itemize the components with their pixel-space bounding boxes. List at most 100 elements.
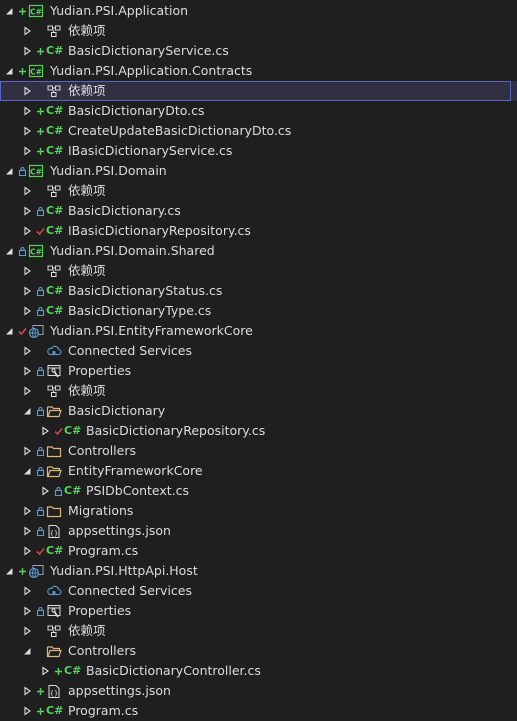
tree-item[interactable]: C# Yudian.PSI.Domain	[0, 161, 517, 181]
tree-item[interactable]: C# BasicDictionary.cs	[0, 201, 517, 221]
collapsed-chevron-icon[interactable]	[21, 221, 33, 241]
tree-item[interactable]: Connected Services	[0, 341, 517, 361]
collapsed-chevron-icon[interactable]	[21, 121, 33, 141]
tree-item[interactable]: Yudian.PSI.HttpApi.Host	[0, 561, 517, 581]
tree-item-label: Migrations	[68, 503, 134, 518]
tree-item[interactable]: C# Program.cs	[0, 541, 517, 561]
tree-item[interactable]: 依赖项	[0, 381, 517, 401]
tree-item[interactable]: C# BasicDictionaryStatus.cs	[0, 281, 517, 301]
checked-status-icon	[35, 221, 45, 241]
collapsed-chevron-icon[interactable]	[21, 341, 33, 361]
collapsed-chevron-icon[interactable]	[21, 701, 33, 721]
tree-item[interactable]: Controllers	[0, 441, 517, 461]
collapsed-chevron-icon[interactable]	[39, 481, 51, 501]
tree-item[interactable]: C# Yudian.PSI.Application	[0, 1, 517, 21]
collapsed-chevron-icon[interactable]	[21, 261, 33, 281]
added-status-icon	[53, 661, 63, 681]
collapsed-chevron-icon[interactable]	[21, 281, 33, 301]
tree-item-label: PSIDbContext.cs	[86, 483, 190, 498]
expanded-chevron-icon[interactable]	[21, 641, 33, 661]
collapsed-chevron-icon[interactable]	[21, 521, 33, 541]
expanded-chevron-icon[interactable]	[3, 1, 15, 21]
tree-item[interactable]: {} appsettings.json	[0, 681, 517, 701]
lock-status-icon	[35, 201, 45, 221]
tree-item[interactable]: Connected Services	[0, 581, 517, 601]
tree-item[interactable]: 依赖项	[0, 261, 517, 281]
svg-text:C#: C#	[30, 68, 42, 77]
tree-item[interactable]: EntityFrameworkCore	[0, 461, 517, 481]
tree-item[interactable]: 依赖项	[0, 621, 517, 641]
tree-item[interactable]: C# BasicDictionaryDto.cs	[0, 101, 517, 121]
tree-item[interactable]: 依赖项	[0, 181, 517, 201]
collapsed-chevron-icon[interactable]	[21, 101, 33, 121]
tree-item[interactable]: C# CreateUpdateBasicDictionaryDto.cs	[0, 121, 517, 141]
tree-item[interactable]: C# Yudian.PSI.Domain.Shared	[0, 241, 517, 261]
csharp-file-icon: C#	[46, 284, 64, 297]
json-file-icon: {}	[45, 681, 63, 701]
svg-text:C#: C#	[30, 8, 42, 17]
collapsed-chevron-icon[interactable]	[21, 581, 33, 601]
expanded-chevron-icon[interactable]	[3, 321, 15, 341]
tree-item[interactable]: C# BasicDictionaryType.cs	[0, 301, 517, 321]
collapsed-chevron-icon[interactable]	[21, 41, 33, 61]
tree-item-label: 依赖项	[68, 263, 106, 278]
json-file-icon: {}	[45, 521, 63, 541]
collapsed-chevron-icon[interactable]	[21, 301, 33, 321]
tree-item[interactable]: Migrations	[0, 501, 517, 521]
tree-item-label: Yudian.PSI.Domain	[50, 163, 167, 178]
expanded-chevron-icon[interactable]	[3, 561, 15, 581]
tree-item[interactable]: C# Program.cs	[0, 701, 517, 721]
lock-status-icon	[17, 241, 27, 261]
tree-item[interactable]: C# BasicDictionaryRepository.cs	[0, 421, 517, 441]
tree-item-label: IBasicDictionaryRepository.cs	[68, 223, 251, 238]
tree-item[interactable]: 依赖项	[0, 81, 517, 101]
tree-item-label: 依赖项	[68, 23, 106, 38]
dependencies-icon	[45, 261, 63, 281]
csharp-project-icon: C#	[27, 61, 45, 81]
tree-item-label: Yudian.PSI.HttpApi.Host	[50, 563, 198, 578]
expanded-chevron-icon[interactable]	[21, 461, 33, 481]
collapsed-chevron-icon[interactable]	[21, 141, 33, 161]
tree-item-label: Yudian.PSI.Application	[50, 3, 189, 18]
csharp-file-icon: C#	[46, 304, 64, 317]
lock-status-icon	[53, 481, 63, 501]
svg-text:C#: C#	[30, 168, 42, 177]
tree-item[interactable]: {} appsettings.json	[0, 521, 517, 541]
collapsed-chevron-icon[interactable]	[39, 421, 51, 441]
tree-item[interactable]: Properties	[0, 361, 517, 381]
collapsed-chevron-icon[interactable]	[21, 21, 33, 41]
tree-item-label: BasicDictionaryRepository.cs	[86, 423, 266, 438]
expanded-chevron-icon[interactable]	[21, 401, 33, 421]
collapsed-chevron-icon[interactable]	[21, 681, 33, 701]
expanded-chevron-icon[interactable]	[3, 61, 15, 81]
tree-item[interactable]: Yudian.PSI.EntityFrameworkCore	[0, 321, 517, 341]
lock-status-icon	[35, 461, 45, 481]
expanded-chevron-icon[interactable]	[3, 241, 15, 261]
collapsed-chevron-icon[interactable]	[21, 81, 33, 101]
tree-item[interactable]: Properties	[0, 601, 517, 621]
tree-item[interactable]: C# IBasicDictionaryRepository.cs	[0, 221, 517, 241]
collapsed-chevron-icon[interactable]	[39, 661, 51, 681]
tree-item[interactable]: C# BasicDictionaryController.cs	[0, 661, 517, 681]
collapsed-chevron-icon[interactable]	[21, 441, 33, 461]
collapsed-chevron-icon[interactable]	[21, 181, 33, 201]
csharp-file-icon: C#	[64, 664, 82, 677]
collapsed-chevron-icon[interactable]	[21, 361, 33, 381]
tree-item[interactable]: C# PSIDbContext.cs	[0, 481, 517, 501]
tree-item-label: Yudian.PSI.EntityFrameworkCore	[50, 323, 253, 338]
collapsed-chevron-icon[interactable]	[21, 541, 33, 561]
tree-item[interactable]: 依赖项	[0, 21, 517, 41]
collapsed-chevron-icon[interactable]	[21, 501, 33, 521]
expanded-chevron-icon[interactable]	[3, 161, 15, 181]
collapsed-chevron-icon[interactable]	[21, 201, 33, 221]
tree-item-label: BasicDictionaryService.cs	[68, 43, 229, 58]
tree-item[interactable]: BasicDictionary	[0, 401, 517, 421]
tree-item[interactable]: Controllers	[0, 641, 517, 661]
tree-item[interactable]: C# BasicDictionaryService.cs	[0, 41, 517, 61]
tree-item[interactable]: C# Yudian.PSI.Application.Contracts	[0, 61, 517, 81]
collapsed-chevron-icon[interactable]	[21, 621, 33, 641]
lock-status-icon	[35, 521, 45, 541]
tree-item[interactable]: C# IBasicDictionaryService.cs	[0, 141, 517, 161]
collapsed-chevron-icon[interactable]	[21, 381, 33, 401]
collapsed-chevron-icon[interactable]	[21, 601, 33, 621]
